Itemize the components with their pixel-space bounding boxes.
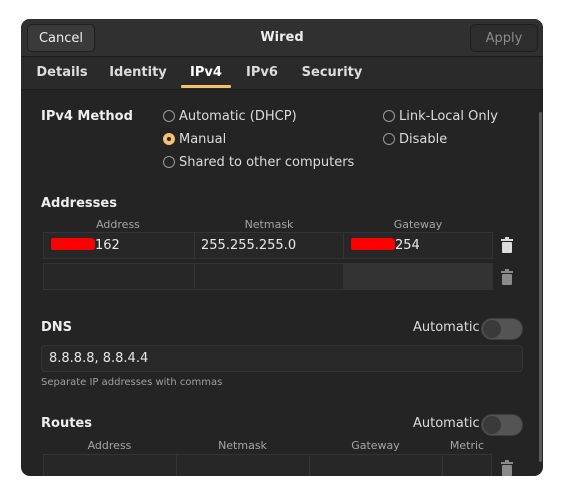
dns-heading: DNS: [41, 320, 73, 335]
radio-label: Automatic (DHCP): [179, 108, 297, 124]
redaction-mark: [351, 238, 395, 250]
dns-automatic-label: Automatic: [413, 320, 480, 335]
route-gateway-input[interactable]: [309, 454, 443, 476]
route-address-input[interactable]: [43, 454, 177, 476]
column-header-gateway: Gateway: [351, 439, 400, 452]
address-input[interactable]: 162: [43, 232, 195, 259]
apply-button[interactable]: Apply: [470, 24, 538, 52]
gateway-input[interactable]: [343, 263, 493, 290]
vertical-scrollbar[interactable]: [539, 112, 542, 462]
routes-automatic-toggle[interactable]: [481, 414, 523, 436]
route-netmask-input[interactable]: [176, 454, 310, 476]
tab-ipv6[interactable]: IPv6: [242, 57, 282, 89]
tab-bar: Details Identity IPv4 IPv6 Security: [21, 57, 543, 90]
column-header-address: Address: [96, 218, 140, 231]
toggle-knob: [483, 320, 501, 338]
wired-settings-dialog: Cancel Wired Apply Details Identity IPv4…: [21, 19, 543, 476]
delete-route-icon[interactable]: [500, 460, 514, 476]
address-value: 162: [95, 238, 120, 253]
radio-label: Link-Local Only: [399, 108, 498, 124]
header-bar: Cancel Wired Apply: [21, 19, 543, 57]
radio-shared[interactable]: Shared to other computers: [163, 153, 354, 171]
radio-indicator[interactable]: [163, 110, 175, 122]
radio-label: Shared to other computers: [179, 154, 355, 170]
column-header-address: Address: [87, 439, 132, 452]
netmask-input[interactable]: 255.255.255.0: [194, 232, 344, 259]
route-metric-input[interactable]: [442, 454, 492, 476]
radio-indicator[interactable]: [383, 110, 395, 122]
column-header-netmask: Netmask: [218, 439, 267, 452]
radio-indicator[interactable]: [163, 156, 175, 168]
dialog-title: Wired: [260, 30, 304, 45]
netmask-input[interactable]: [194, 263, 344, 290]
radio-label: Disable: [399, 131, 448, 147]
column-header-gateway: Gateway: [393, 218, 443, 231]
tab-ipv4[interactable]: IPv4: [181, 57, 231, 89]
radio-link-local-only[interactable]: Link-Local Only: [383, 107, 498, 125]
gateway-input[interactable]: 254: [343, 232, 493, 259]
toggle-knob: [483, 416, 501, 434]
cancel-button[interactable]: Cancel: [27, 24, 95, 52]
address-input[interactable]: [43, 263, 195, 290]
column-header-netmask: Netmask: [244, 218, 294, 231]
radio-disable[interactable]: Disable: [383, 130, 447, 148]
addresses-heading: Addresses: [41, 196, 117, 211]
dns-hint: Separate IP addresses with commas: [41, 377, 223, 388]
ipv4-method-label: IPv4 Method: [41, 109, 133, 124]
dns-input[interactable]: 8.8.8.8, 8.8.4.4: [41, 345, 523, 372]
redaction-mark: [51, 238, 95, 250]
radio-indicator[interactable]: [163, 133, 175, 145]
delete-address-icon[interactable]: [500, 237, 514, 253]
gateway-value: 254: [395, 238, 420, 253]
column-header-metric: Metric: [449, 439, 485, 452]
tab-details[interactable]: Details: [31, 57, 93, 89]
routes-automatic-label: Automatic: [413, 416, 480, 431]
tab-security[interactable]: Security: [299, 57, 365, 89]
radio-automatic-dhcp[interactable]: Automatic (DHCP): [163, 107, 297, 125]
ipv4-settings-page: IPv4 Method Automatic (DHCP) Manual Shar…: [21, 90, 543, 476]
netmask-value: 255.255.255.0: [201, 238, 297, 253]
dns-automatic-toggle[interactable]: [481, 318, 523, 340]
radio-label: Manual: [179, 131, 227, 147]
delete-address-icon[interactable]: [500, 269, 514, 285]
radio-manual[interactable]: Manual: [163, 130, 226, 148]
routes-heading: Routes: [41, 416, 92, 431]
radio-indicator[interactable]: [383, 133, 395, 145]
tab-identity[interactable]: Identity: [107, 57, 169, 89]
